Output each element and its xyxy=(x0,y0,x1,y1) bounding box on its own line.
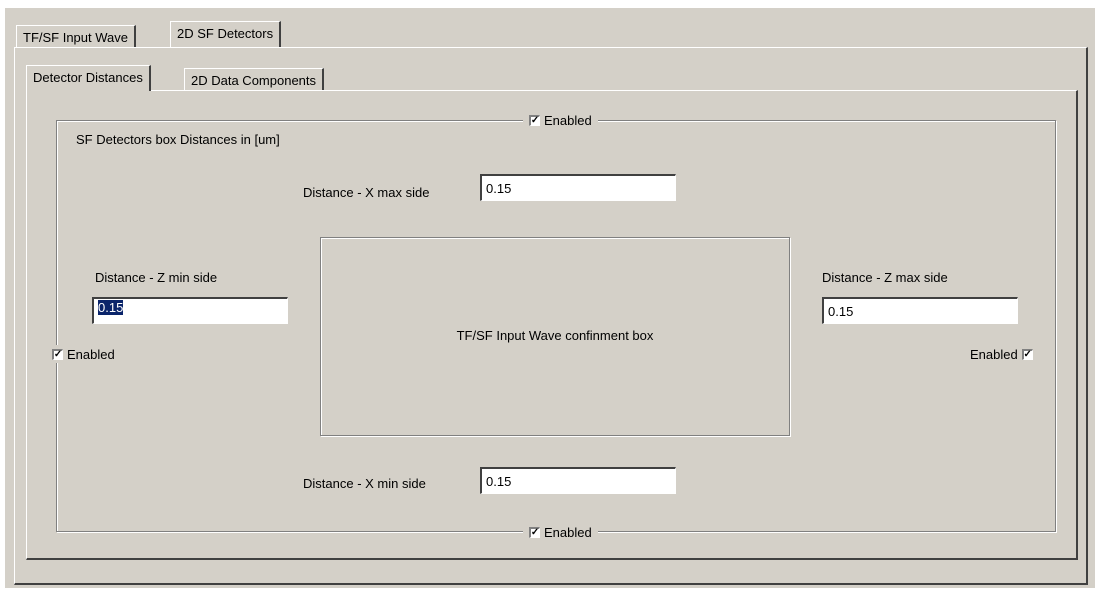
z-max-input[interactable] xyxy=(822,297,1018,324)
z-min-input[interactable]: 0.15 xyxy=(92,297,288,324)
confinement-box-label: TF/SF Input Wave confinment box xyxy=(456,328,654,343)
top-enabled-checkbox[interactable]: ✓ Enabled xyxy=(523,111,598,129)
left-enabled-checkbox[interactable]: ✓ Enabled xyxy=(48,345,121,363)
tab-2d-sf-detectors[interactable]: 2D SF Detectors xyxy=(170,21,282,47)
right-enabled-checkbox[interactable]: Enabled ✓ xyxy=(964,345,1037,363)
top-enabled-label: Enabled xyxy=(544,112,592,128)
left-enabled-label: Enabled xyxy=(67,346,115,362)
z-min-value: 0.15 xyxy=(98,300,124,315)
checkbox-check-icon: ✓ xyxy=(529,526,540,538)
x-min-input[interactable] xyxy=(480,467,676,494)
bottom-enabled-label: Enabled xyxy=(544,524,592,540)
checkbox-check-icon: ✓ xyxy=(1021,348,1033,360)
checkbox-check-icon: ✓ xyxy=(52,348,63,360)
z-max-label: Distance - Z max side xyxy=(822,270,948,285)
bottom-enabled-checkbox[interactable]: ✓ Enabled xyxy=(523,523,598,541)
z-min-label: Distance - Z min side xyxy=(95,270,218,285)
tab-2d-data-components[interactable]: 2D Data Components xyxy=(184,68,325,92)
tab-tfsf-input-wave[interactable]: TF/SF Input Wave xyxy=(16,25,136,49)
x-max-label: Distance - X max side xyxy=(303,185,430,200)
group-title: SF Detectors box Distances in [um] xyxy=(76,132,280,147)
x-min-label: Distance - X min side xyxy=(303,476,426,491)
tab-detector-distances[interactable]: Detector Distances xyxy=(26,65,151,91)
right-enabled-label: Enabled xyxy=(970,346,1018,362)
checkbox-check-icon: ✓ xyxy=(529,114,540,126)
x-max-input[interactable] xyxy=(480,174,676,201)
